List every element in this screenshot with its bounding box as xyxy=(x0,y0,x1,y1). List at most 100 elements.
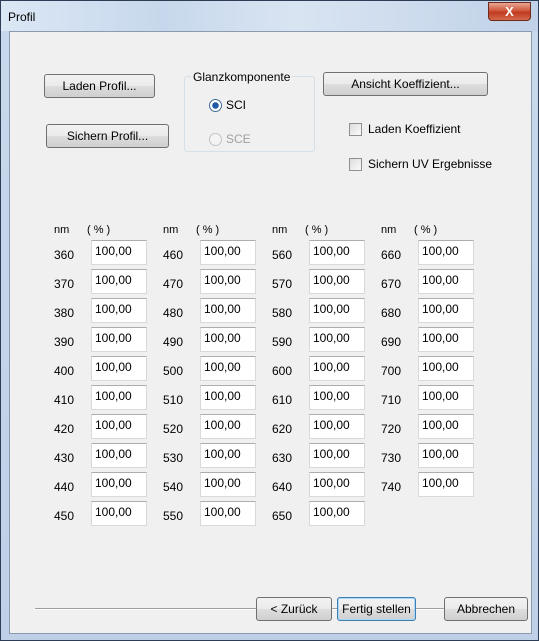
percent-value-input[interactable]: 100,00 xyxy=(200,356,256,381)
wavelength-label: 460 xyxy=(163,248,184,262)
view-coefficient-button[interactable]: Ansicht Koeffizient... xyxy=(323,72,488,96)
percent-value-input[interactable]: 100,00 xyxy=(91,356,147,381)
save-profile-button[interactable]: Sichern Profil... xyxy=(46,124,169,148)
close-button[interactable]: X xyxy=(488,2,531,21)
percent-value-input[interactable]: 100,00 xyxy=(309,298,365,323)
wavelength-label: 580 xyxy=(272,306,293,320)
wavelength-label: 390 xyxy=(54,335,75,349)
percent-value-input[interactable]: 100,00 xyxy=(200,443,256,468)
wavelength-label: 480 xyxy=(163,306,184,320)
wavelength-label: 650 xyxy=(272,509,293,523)
percent-value-input[interactable]: 100,00 xyxy=(418,240,474,265)
close-icon: X xyxy=(505,4,514,19)
percent-value-input[interactable]: 100,00 xyxy=(418,356,474,381)
wavelength-label: 640 xyxy=(272,480,293,494)
percent-value-input[interactable]: 100,00 xyxy=(200,472,256,497)
wavelength-label: 670 xyxy=(381,277,402,291)
wavelength-label: 360 xyxy=(54,248,75,262)
wavelength-label: 560 xyxy=(272,248,293,262)
wavelength-label: 660 xyxy=(381,248,402,262)
wavelength-label: 690 xyxy=(381,335,402,349)
cancel-button[interactable]: Abbrechen xyxy=(444,597,528,621)
percent-value-input[interactable]: 100,00 xyxy=(418,385,474,410)
wavelength-label: 720 xyxy=(381,422,402,436)
wavelength-label: 680 xyxy=(381,306,402,320)
load-coefficient-label[interactable]: Laden Koeffizient xyxy=(368,122,461,136)
percent-value-input[interactable]: 100,00 xyxy=(309,472,365,497)
percent-value-input[interactable]: 100,00 xyxy=(309,356,365,381)
wavelength-label: 530 xyxy=(163,451,184,465)
column-header-percent: ( % ) xyxy=(305,224,329,236)
wavelength-label: 450 xyxy=(54,509,75,523)
column-header-nm: nm xyxy=(163,224,179,236)
column-header-percent: ( % ) xyxy=(196,224,220,236)
percent-value-input[interactable]: 100,00 xyxy=(418,298,474,323)
percent-value-input[interactable]: 100,00 xyxy=(309,327,365,352)
sci-radio[interactable] xyxy=(209,99,222,112)
wavelength-label: 570 xyxy=(272,277,293,291)
percent-value-input[interactable]: 100,00 xyxy=(418,414,474,439)
percent-value-input[interactable]: 100,00 xyxy=(418,327,474,352)
percent-value-input[interactable]: 100,00 xyxy=(91,298,147,323)
wavelength-label: 410 xyxy=(54,393,75,407)
wavelength-label: 550 xyxy=(163,509,184,523)
percent-value-input[interactable]: 100,00 xyxy=(200,269,256,294)
title-bar[interactable]: Profil X xyxy=(1,1,538,31)
percent-value-input[interactable]: 100,00 xyxy=(91,501,147,526)
window-title: Profil xyxy=(8,10,36,24)
wavelength-label: 470 xyxy=(163,277,184,291)
percent-value-input[interactable]: 100,00 xyxy=(309,240,365,265)
wavelength-label: 520 xyxy=(163,422,184,436)
percent-value-input[interactable]: 100,00 xyxy=(200,385,256,410)
percent-value-input[interactable]: 100,00 xyxy=(200,501,256,526)
percent-value-input[interactable]: 100,00 xyxy=(91,327,147,352)
dialog-client-area: Laden Profil... Sichern Profil... Glanzk… xyxy=(9,31,532,634)
wavelength-label: 710 xyxy=(381,393,402,407)
wavelength-label: 600 xyxy=(272,364,293,378)
wavelength-label: 740 xyxy=(381,480,402,494)
percent-value-input[interactable]: 100,00 xyxy=(200,327,256,352)
percent-value-input[interactable]: 100,00 xyxy=(309,269,365,294)
percent-value-input[interactable]: 100,00 xyxy=(309,443,365,468)
percent-value-input[interactable]: 100,00 xyxy=(309,385,365,410)
save-uv-results-checkbox[interactable] xyxy=(349,158,362,171)
save-uv-results-label[interactable]: Sichern UV Ergebnisse xyxy=(368,157,492,171)
back-button[interactable]: < Zurück xyxy=(256,597,332,621)
percent-value-input[interactable]: 100,00 xyxy=(200,298,256,323)
percent-value-input[interactable]: 100,00 xyxy=(418,269,474,294)
wavelength-label: 420 xyxy=(54,422,75,436)
wavelength-label: 490 xyxy=(163,335,184,349)
wavelength-label: 510 xyxy=(163,393,184,407)
finish-button[interactable]: Fertig stellen xyxy=(337,597,416,621)
percent-value-input[interactable]: 100,00 xyxy=(91,385,147,410)
wavelength-label: 630 xyxy=(272,451,293,465)
sce-radio-label: SCE xyxy=(226,132,251,146)
percent-value-input[interactable]: 100,00 xyxy=(309,414,365,439)
percent-value-input[interactable]: 100,00 xyxy=(309,501,365,526)
gloss-component-label: Glanzkomponente xyxy=(191,70,293,84)
wavelength-label: 590 xyxy=(272,335,293,349)
percent-value-input[interactable]: 100,00 xyxy=(200,414,256,439)
load-profile-button[interactable]: Laden Profil... xyxy=(44,74,155,98)
percent-value-input[interactable]: 100,00 xyxy=(200,240,256,265)
wavelength-label: 440 xyxy=(54,480,75,494)
wavelength-label: 620 xyxy=(272,422,293,436)
wavelength-label: 500 xyxy=(163,364,184,378)
percent-value-input[interactable]: 100,00 xyxy=(91,443,147,468)
percent-value-input[interactable]: 100,00 xyxy=(91,240,147,265)
percent-value-input[interactable]: 100,00 xyxy=(418,443,474,468)
percent-value-input[interactable]: 100,00 xyxy=(418,472,474,497)
wavelength-label: 610 xyxy=(272,393,293,407)
percent-value-input[interactable]: 100,00 xyxy=(91,472,147,497)
wavelength-label: 540 xyxy=(163,480,184,494)
load-coefficient-checkbox[interactable] xyxy=(349,123,362,136)
wavelength-label: 380 xyxy=(54,306,75,320)
wavelength-label: 730 xyxy=(381,451,402,465)
column-header-nm: nm xyxy=(272,224,288,236)
percent-value-input[interactable]: 100,00 xyxy=(91,269,147,294)
column-header-nm: nm xyxy=(381,224,397,236)
column-header-nm: nm xyxy=(54,224,70,236)
percent-value-input[interactable]: 100,00 xyxy=(91,414,147,439)
sci-radio-label[interactable]: SCI xyxy=(226,98,246,112)
wavelength-label: 370 xyxy=(54,277,75,291)
